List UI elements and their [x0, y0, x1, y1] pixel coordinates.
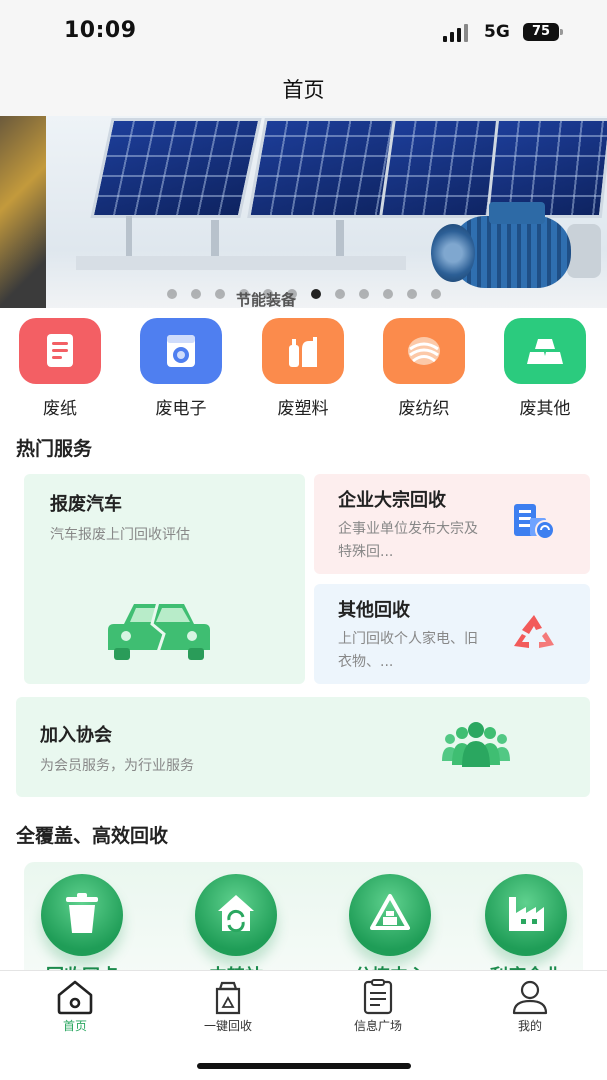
page-title: 首页 — [282, 78, 325, 102]
category-label: 废塑料 — [277, 399, 329, 419]
banner-image[interactable] — [46, 116, 607, 308]
broken-car-icon — [108, 601, 210, 660]
trash-bin-icon[interactable] — [41, 874, 123, 956]
sorting-recycle-icon[interactable] — [349, 874, 431, 956]
card-title: 报废汽车 — [50, 494, 122, 515]
tab-label: 我的 — [517, 1019, 542, 1033]
tab-info-square[interactable]: 信息广场 — [323, 979, 433, 1034]
battery-icon: 75 — [523, 23, 563, 41]
category-label: 废纸 — [43, 399, 77, 419]
card-desc: 上门回收个人家电、旧衣物、... — [338, 631, 478, 670]
building-recycle-icon — [514, 504, 555, 540]
car-scrap-card[interactable]: 报废汽车 汽车报废上门回收评估 — [24, 474, 305, 684]
people-group-icon — [442, 722, 510, 767]
textile-roll-icon — [383, 318, 465, 384]
card-desc: 汽车报废上门回收评估 — [50, 527, 190, 543]
banner-carousel[interactable]: 节能装备 — [0, 116, 607, 308]
banner-prev-slide — [0, 116, 46, 308]
recycle-icon — [514, 615, 554, 648]
category-row: 废纸 废电子 废塑料 废纺织 废其他 — [0, 318, 607, 422]
gold-bars-icon — [504, 318, 586, 384]
recycle-box-icon — [215, 981, 241, 1015]
tab-home[interactable]: 首页 — [20, 979, 130, 1034]
tab-profile[interactable]: 我的 — [475, 979, 585, 1034]
card-desc: 企事业单位发布大宗及特殊回... — [338, 521, 478, 560]
washing-machine-icon — [140, 318, 222, 384]
active-dot — [310, 289, 321, 299]
coverage-panel: 回收网点 中转站 分拣中心 利废企业 — [24, 862, 583, 987]
coverage-heading: 全覆盖、高效回收 — [16, 825, 169, 847]
tab-label: 首页 — [62, 1019, 87, 1033]
tab-one-click-recycle[interactable]: 一键回收 — [173, 979, 283, 1034]
factory-icon[interactable] — [485, 874, 567, 956]
plastic-bottles-icon — [262, 318, 344, 384]
join-association-card[interactable]: 加入协会 为会员服务，为行业服务 — [16, 697, 590, 797]
category-other[interactable]: 废其他 — [500, 318, 590, 419]
banner-caption: 节能装备 — [236, 291, 297, 308]
solar-panel-image — [90, 118, 262, 218]
hot-services-heading: 热门服务 — [16, 438, 93, 460]
enterprise-recycle-card[interactable]: 企业大宗回收 企事业单位发布大宗及特殊回... — [314, 474, 590, 574]
category-electronics[interactable]: 废电子 — [136, 318, 226, 419]
status-time: 10:09 — [64, 18, 137, 43]
document-icon — [363, 979, 393, 1015]
paper-doc-icon — [19, 318, 101, 384]
transfer-house-icon[interactable] — [195, 874, 277, 956]
panel-base — [76, 256, 406, 270]
category-label: 废其他 — [519, 399, 571, 419]
card-title: 加入协会 — [40, 725, 112, 746]
category-label: 废纺织 — [398, 399, 450, 419]
network-type: 5G — [484, 22, 510, 42]
home-indicator[interactable] — [197, 1063, 411, 1069]
card-title: 其他回收 — [338, 600, 410, 621]
card-desc: 为会员服务，为行业服务 — [40, 758, 194, 774]
user-icon — [512, 980, 548, 1015]
category-label: 废电子 — [155, 399, 207, 419]
category-textile[interactable]: 废纺织 — [379, 318, 469, 419]
card-title: 企业大宗回收 — [338, 490, 446, 511]
category-paper[interactable]: 废纸 — [15, 318, 105, 419]
home-icon — [57, 980, 93, 1015]
nav-bar: 首页 — [0, 64, 607, 116]
signal-icon — [443, 24, 473, 42]
tab-label: 信息广场 — [353, 1019, 402, 1033]
category-plastic[interactable]: 废塑料 — [258, 318, 348, 419]
status-bar: 10:09 5G 75 — [0, 0, 607, 64]
electric-motor-image — [431, 202, 601, 294]
home-page: 10:09 5G 75 首页 节能装备 废纸 废电子 废塑料 废纺织 废其他 热… — [0, 0, 607, 1080]
other-recycle-card[interactable]: 其他回收 上门回收个人家电、旧衣物、... — [314, 584, 590, 684]
carousel-dots[interactable] — [0, 284, 607, 299]
tab-label: 一键回收 — [203, 1019, 252, 1033]
